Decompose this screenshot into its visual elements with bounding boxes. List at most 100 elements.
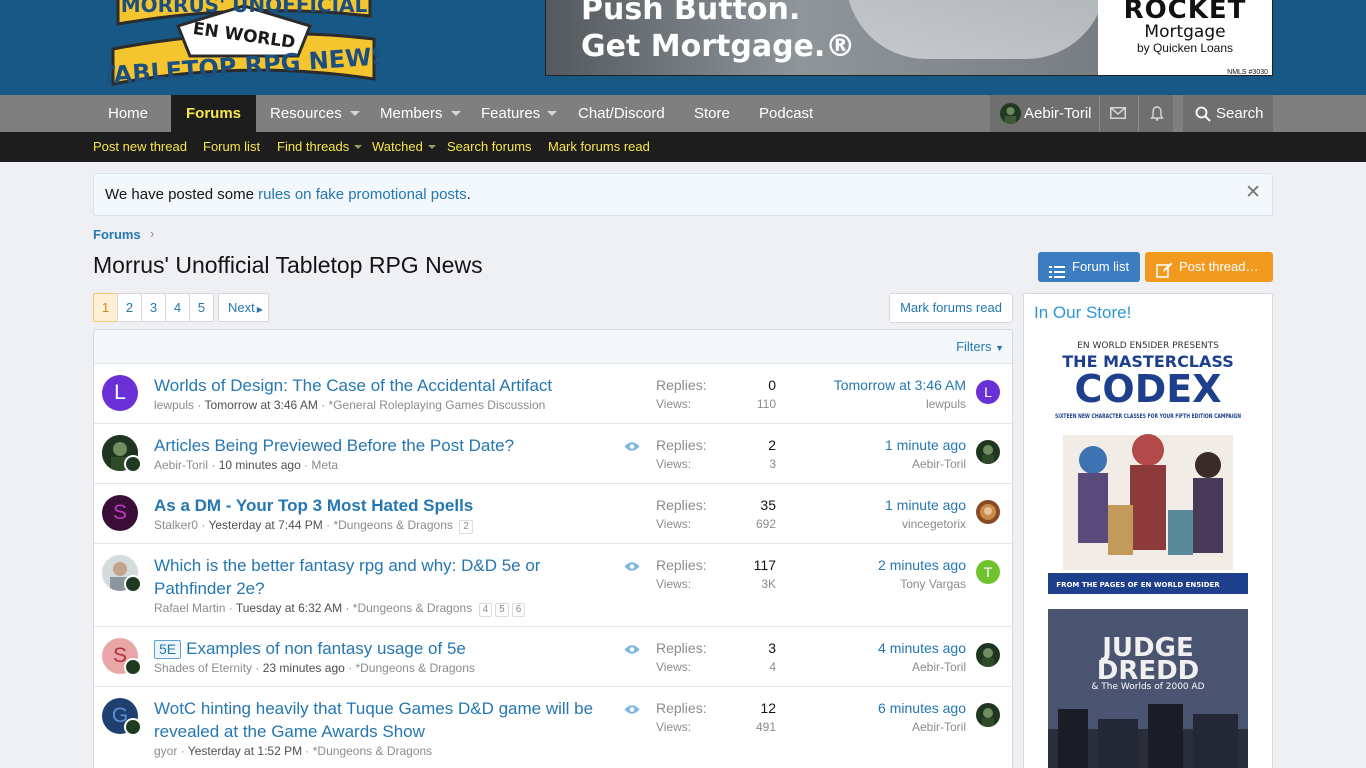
thread-forum[interactable]: *Dungeons & Dragons (353, 601, 472, 615)
thread-date[interactable]: 10 minutes ago (219, 458, 301, 472)
thread-title[interactable]: Articles Being Previewed Before the Post… (154, 434, 604, 457)
last-poster[interactable]: Aebir-Toril (912, 720, 966, 734)
nav-tab-forums[interactable]: Forums (171, 95, 257, 132)
views-label: Views: (656, 457, 692, 471)
alerts-bell-icon[interactable] (1150, 106, 1164, 124)
thread-forum[interactable]: *Dungeons & Dragons (313, 744, 432, 758)
last-poster[interactable]: Aebir-Toril (912, 660, 966, 674)
thread-forum[interactable]: *Dungeons & Dragons (333, 518, 452, 532)
thread-prefix-5e[interactable]: 5E (154, 640, 182, 659)
find-threads-link[interactable]: Find threads (277, 132, 349, 162)
post-new-thread-link[interactable]: Post new thread (93, 132, 187, 162)
nav-tab-resources[interactable]: Resources (270, 95, 342, 132)
author-avatar[interactable]: S (102, 495, 138, 531)
username-link[interactable]: Aebir-Toril (1024, 95, 1092, 132)
page-1-link[interactable]: 1 (93, 293, 118, 322)
forum-list-button[interactable]: Forum list (1038, 252, 1140, 282)
mark-forums-read-link[interactable]: Mark forums read (548, 132, 650, 162)
judge-dredd-ad[interactable]: JUDGE DREDD & The Worlds of 2000 AD (1048, 609, 1248, 768)
thread-row[interactable]: G WotC hinting heavily that Tuque Games … (94, 687, 1012, 768)
nav-tab-chat-discord[interactable]: Chat/Discord (578, 95, 665, 132)
filters-dropdown[interactable]: Filters ▼ (956, 330, 1004, 365)
last-poster-avatar[interactable]: T (976, 560, 1000, 584)
close-icon[interactable]: ✕ (1245, 174, 1261, 212)
thread-row[interactable]: S As a DM - Your Top 3 Most Hated Spells… (94, 484, 1012, 544)
thread-page-link[interactable]: 4 (478, 603, 493, 617)
mortgage-ad-banner[interactable]: Push Button. Get Mortgage.® ROCKET Mortg… (545, 0, 1273, 76)
watched-chevron-down-icon[interactable] (428, 145, 436, 149)
nav-tab-members[interactable]: Members (380, 95, 443, 132)
user-avatar[interactable] (1000, 103, 1021, 124)
nav-tab-home[interactable]: Home (108, 95, 148, 132)
thread-page-link[interactable]: 2 (459, 520, 473, 534)
thread-forum[interactable]: *General Roleplaying Games Discussion (329, 398, 546, 412)
thread-date[interactable]: Tuesday at 6:32 AM (236, 601, 342, 615)
last-post-time[interactable]: Tomorrow at 3:46 AM (834, 377, 966, 393)
page-5-link[interactable]: 5 (189, 293, 214, 322)
mark-forums-read-button[interactable]: Mark forums read (889, 293, 1013, 323)
members-chevron-down-icon[interactable] (451, 111, 461, 116)
masterclass-codex-ad[interactable]: EN WORLD EN5IDER PRESENTS THE MASTERCLAS… (1048, 335, 1248, 594)
last-post-time[interactable]: 2 minutes ago (878, 557, 966, 573)
thread-date[interactable]: Yesterday at 1:52 PM (188, 744, 302, 758)
author-avatar[interactable]: L (102, 375, 138, 411)
last-post-time[interactable]: 1 minute ago (885, 437, 966, 453)
last-post-time[interactable]: 4 minutes ago (878, 640, 966, 656)
nav-tab-features[interactable]: Features (481, 95, 540, 132)
watched-link[interactable]: Watched (372, 132, 423, 162)
post-thread-button[interactable]: Post thread… (1145, 252, 1273, 282)
last-poster-avatar[interactable] (976, 440, 1000, 464)
page-2-link[interactable]: 2 (117, 293, 142, 322)
thread-author[interactable]: Shades of Eternity (154, 661, 252, 675)
thread-author[interactable]: Rafael Martin (154, 601, 225, 615)
thread-author[interactable]: lewpuls (154, 398, 194, 412)
last-post-time[interactable]: 6 minutes ago (878, 700, 966, 716)
thread-author[interactable]: Stalker0 (154, 518, 198, 532)
last-poster[interactable]: Aebir-Toril (912, 457, 966, 471)
last-poster[interactable]: lewpuls (926, 397, 966, 411)
next-page-button[interactable]: Next ▶ (218, 293, 269, 322)
last-poster-avatar[interactable] (976, 500, 1000, 524)
search-forums-link[interactable]: Search forums (447, 132, 532, 162)
last-poster[interactable]: Tony Vargas (900, 577, 966, 591)
notice-rules-link[interactable]: rules on fake promotional posts (258, 186, 466, 203)
breadcrumb-forums[interactable]: Forums (93, 227, 141, 242)
last-poster[interactable]: vincegetorix (902, 517, 966, 531)
site-logo[interactable]: MORRUS' UNOFFICIAL EN WORLD TABLETOP RPG… (98, 0, 390, 90)
thread-row[interactable]: Which is the better fantasy rpg and why:… (94, 544, 1012, 627)
page-4-link[interactable]: 4 (165, 293, 190, 322)
search-icon (1195, 106, 1211, 125)
nav-tab-podcast[interactable]: Podcast (759, 95, 813, 132)
thread-title[interactable]: 5E Examples of non fantasy usage of 5e (154, 637, 604, 660)
thread-title[interactable]: Worlds of Design: The Case of the Accide… (154, 374, 604, 397)
thread-author[interactable]: Aebir-Toril (154, 458, 208, 472)
page-3-link[interactable]: 3 (141, 293, 166, 322)
features-chevron-down-icon[interactable] (547, 111, 557, 116)
thread-forum[interactable]: Meta (311, 458, 338, 472)
thread-date[interactable]: Yesterday at 7:44 PM (208, 518, 322, 532)
resources-chevron-down-icon[interactable] (350, 111, 360, 116)
thread-title[interactable]: As a DM - Your Top 3 Most Hated Spells (154, 494, 604, 517)
thread-forum[interactable]: *Dungeons & Dragons (355, 661, 474, 675)
inbox-envelope-icon[interactable] (1110, 107, 1126, 122)
find-threads-chevron-down-icon[interactable] (354, 145, 362, 149)
thread-author[interactable]: gyor (154, 744, 177, 758)
thread-title-text[interactable]: Examples of non fantasy usage of 5e (186, 639, 466, 658)
last-poster-avatar[interactable] (976, 703, 1000, 727)
last-poster-avatar[interactable] (976, 643, 1000, 667)
nav-divider (1099, 95, 1100, 132)
thread-page-link[interactable]: 6 (511, 603, 526, 617)
forum-list-link[interactable]: Forum list (203, 132, 260, 162)
thread-title[interactable]: WotC hinting heavily that Tuque Games D&… (154, 697, 604, 743)
thread-page-link[interactable]: 5 (495, 603, 509, 617)
thread-row[interactable]: Articles Being Previewed Before the Post… (94, 424, 1012, 484)
thread-row[interactable]: S 5E Examples of non fantasy usage of 5e … (94, 627, 1012, 687)
search-button[interactable]: Search (1183, 95, 1273, 132)
thread-title[interactable]: Which is the better fantasy rpg and why:… (154, 554, 604, 600)
last-poster-avatar[interactable]: L (976, 380, 1000, 404)
thread-date[interactable]: Tomorrow at 3:46 AM (204, 398, 317, 412)
thread-row[interactable]: L Worlds of Design: The Case of the Acci… (94, 364, 1012, 424)
nav-tab-store[interactable]: Store (694, 95, 730, 132)
last-post-time[interactable]: 1 minute ago (885, 497, 966, 513)
thread-date[interactable]: 23 minutes ago (263, 661, 345, 675)
